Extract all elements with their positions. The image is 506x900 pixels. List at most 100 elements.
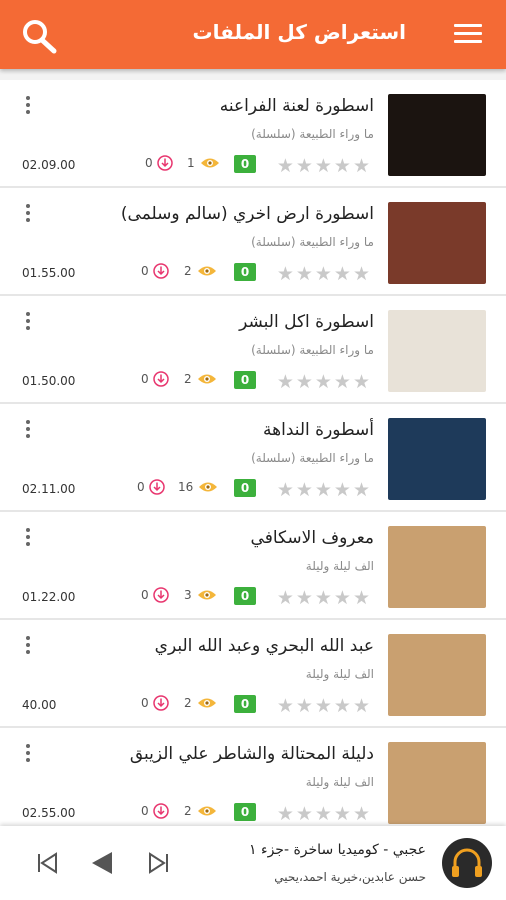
views-count: 1 bbox=[187, 156, 220, 170]
search-icon[interactable] bbox=[20, 18, 60, 54]
item-thumbnail[interactable] bbox=[388, 418, 486, 500]
downloads-number: 0 bbox=[141, 588, 149, 602]
item-thumbnail[interactable] bbox=[388, 310, 486, 392]
rating-badge: 0 bbox=[234, 695, 256, 713]
item-title: معروف الاسكافي bbox=[250, 528, 374, 548]
list-item[interactable]: أسطورة النداهة ما وراء الطبيعة (سلسلة) ★… bbox=[0, 404, 506, 512]
rating-badge: 0 bbox=[234, 803, 256, 821]
item-duration: 02.11.00 bbox=[22, 482, 76, 496]
item-series: الف ليلة وليلة bbox=[305, 775, 374, 789]
downloads-count: 0 bbox=[141, 695, 169, 711]
downloads-count: 0 bbox=[141, 371, 169, 387]
views-count: 16 bbox=[178, 480, 218, 494]
downloads-number: 0 bbox=[141, 696, 149, 710]
item-title: اسطورة لعنة الفراعنه bbox=[219, 96, 374, 116]
downloads-number: 0 bbox=[141, 804, 149, 818]
list-item[interactable]: عبد الله البحري وعبد الله البري الف ليلة… bbox=[0, 620, 506, 728]
eye-icon bbox=[197, 590, 216, 600]
item-thumbnail[interactable] bbox=[388, 202, 486, 284]
star-rating[interactable]: ★★★★★ bbox=[277, 803, 372, 825]
eye-icon bbox=[197, 374, 216, 384]
list-item[interactable]: اسطورة لعنة الفراعنه ما وراء الطبيعة (سل… bbox=[0, 80, 506, 188]
player-artwork[interactable] bbox=[442, 838, 492, 888]
item-duration: 01.22.00 bbox=[22, 590, 76, 604]
more-options-icon[interactable] bbox=[24, 96, 32, 118]
downloads-number: 0 bbox=[141, 372, 149, 386]
download-icon[interactable] bbox=[148, 479, 165, 495]
rating-badge: 0 bbox=[234, 587, 256, 605]
previous-icon[interactable] bbox=[32, 848, 62, 878]
item-title: اسطورة اكل البشر bbox=[239, 312, 374, 332]
item-thumbnail[interactable] bbox=[388, 94, 486, 176]
views-number: 3 bbox=[184, 588, 192, 602]
player-author: حسن عابدين،خيرية احمد،يحيي bbox=[274, 870, 426, 884]
views-number: 2 bbox=[184, 696, 192, 710]
item-series: ما وراء الطبيعة (سلسلة) bbox=[251, 343, 374, 357]
menu-icon[interactable] bbox=[454, 24, 482, 46]
download-icon[interactable] bbox=[152, 803, 169, 819]
star-rating[interactable]: ★★★★★ bbox=[277, 371, 372, 393]
more-options-icon[interactable] bbox=[24, 744, 32, 766]
more-options-icon[interactable] bbox=[24, 528, 32, 550]
rating-badge: 0 bbox=[234, 371, 256, 389]
star-rating[interactable]: ★★★★★ bbox=[277, 155, 372, 177]
play-icon[interactable] bbox=[88, 848, 118, 878]
list-item[interactable]: اسطورة ارض اخري (سالم وسلمى) ما وراء الط… bbox=[0, 188, 506, 296]
item-duration: 01.55.00 bbox=[22, 266, 76, 280]
item-title: عبد الله البحري وعبد الله البري bbox=[154, 636, 374, 656]
item-series: ما وراء الطبيعة (سلسلة) bbox=[251, 451, 374, 465]
rating-badge: 0 bbox=[234, 479, 256, 497]
item-duration: 01.50.00 bbox=[22, 374, 76, 388]
views-number: 2 bbox=[184, 804, 192, 818]
more-options-icon[interactable] bbox=[24, 420, 32, 442]
mini-player[interactable]: عجبي - كوميديا ساخرة -جزء ١ حسن عابدين،خ… bbox=[0, 826, 506, 900]
star-rating[interactable]: ★★★★★ bbox=[277, 263, 372, 285]
item-thumbnail[interactable] bbox=[388, 526, 486, 608]
item-series: الف ليلة وليلة bbox=[305, 559, 374, 573]
download-icon[interactable] bbox=[152, 263, 169, 279]
views-number: 16 bbox=[178, 480, 194, 494]
list-item[interactable]: معروف الاسكافي الف ليلة وليلة ★★★★★ 0 3 … bbox=[0, 512, 506, 620]
views-count: 3 bbox=[184, 588, 217, 602]
download-icon[interactable] bbox=[152, 587, 169, 603]
list-item[interactable]: دليلة المحتالة والشاطر علي الزيبق الف لي… bbox=[0, 728, 506, 836]
item-series: الف ليلة وليلة bbox=[305, 667, 374, 681]
views-number: 2 bbox=[184, 372, 192, 386]
star-rating[interactable]: ★★★★★ bbox=[277, 587, 372, 609]
download-icon[interactable] bbox=[152, 695, 169, 711]
item-series: ما وراء الطبيعة (سلسلة) bbox=[251, 127, 374, 141]
downloads-number: 0 bbox=[137, 480, 145, 494]
more-options-icon[interactable] bbox=[24, 312, 32, 334]
views-count: 2 bbox=[184, 264, 217, 278]
file-list: اسطورة لعنة الفراعنه ما وراء الطبيعة (سل… bbox=[0, 80, 506, 836]
star-rating[interactable]: ★★★★★ bbox=[277, 479, 372, 501]
download-icon[interactable] bbox=[152, 371, 169, 387]
headphones-icon bbox=[452, 848, 482, 877]
eye-icon bbox=[197, 698, 216, 708]
item-title: اسطورة ارض اخري (سالم وسلمى) bbox=[120, 204, 374, 224]
downloads-count: 0 bbox=[145, 155, 173, 171]
eye-icon bbox=[197, 806, 216, 816]
downloads-count: 0 bbox=[137, 479, 165, 495]
views-count: 2 bbox=[184, 372, 217, 386]
app-bar: استعراض كل الملفات bbox=[0, 0, 506, 69]
downloads-count: 0 bbox=[141, 803, 169, 819]
item-thumbnail[interactable] bbox=[388, 634, 486, 716]
list-item[interactable]: اسطورة اكل البشر ما وراء الطبيعة (سلسلة)… bbox=[0, 296, 506, 404]
item-title: أسطورة النداهة bbox=[263, 420, 374, 440]
next-icon[interactable] bbox=[144, 848, 174, 878]
item-series: ما وراء الطبيعة (سلسلة) bbox=[251, 235, 374, 249]
item-duration: 02.55.00 bbox=[22, 806, 76, 820]
downloads-number: 0 bbox=[145, 156, 153, 170]
page-title: استعراض كل الملفات bbox=[192, 20, 406, 44]
star-rating[interactable]: ★★★★★ bbox=[277, 695, 372, 717]
eye-icon bbox=[197, 266, 216, 276]
eye-icon bbox=[199, 482, 218, 492]
views-count: 2 bbox=[184, 696, 217, 710]
item-title: دليلة المحتالة والشاطر علي الزيبق bbox=[129, 744, 374, 764]
more-options-icon[interactable] bbox=[24, 204, 32, 226]
more-options-icon[interactable] bbox=[24, 636, 32, 658]
download-icon[interactable] bbox=[156, 155, 173, 171]
views-number: 2 bbox=[184, 264, 192, 278]
item-thumbnail[interactable] bbox=[388, 742, 486, 824]
